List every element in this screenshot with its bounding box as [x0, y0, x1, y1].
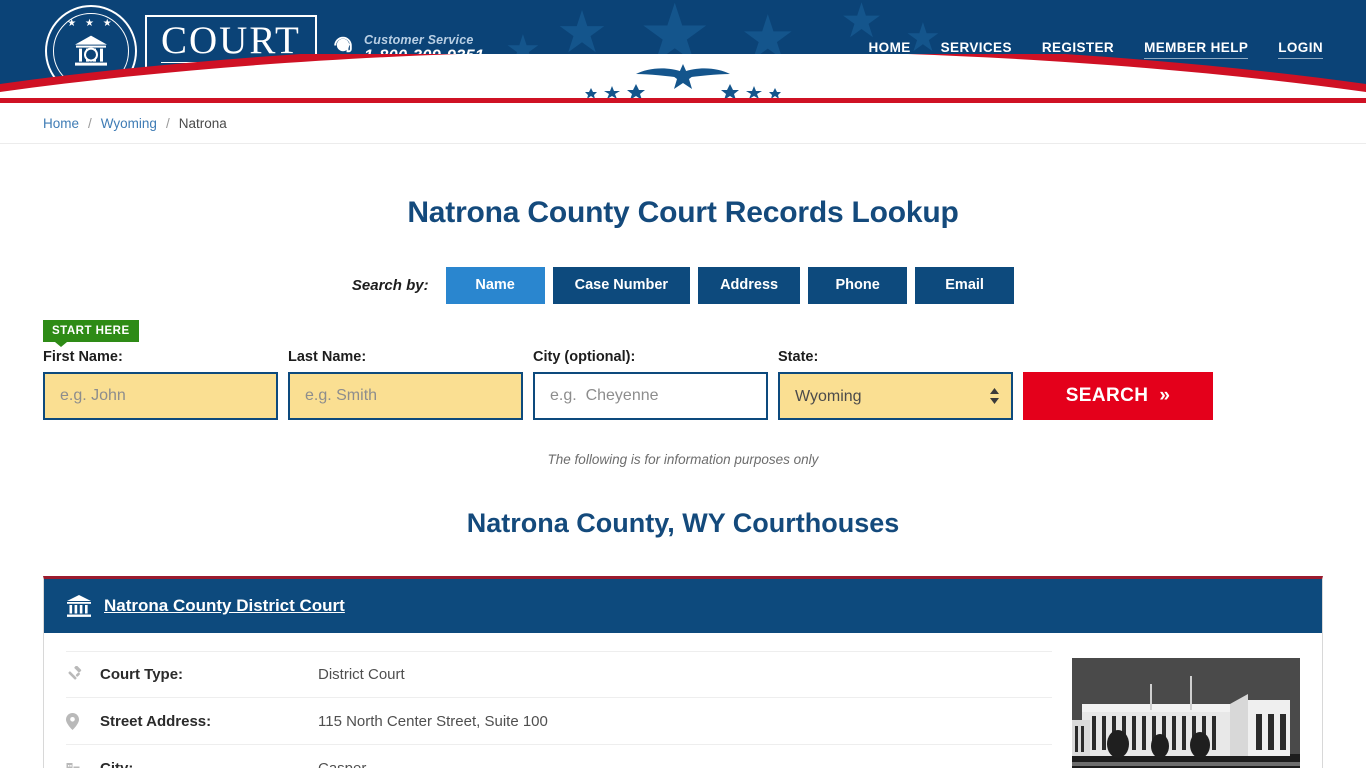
search-button[interactable]: SEARCH »: [1023, 372, 1213, 420]
tab-address[interactable]: Address: [698, 267, 801, 304]
state-field-group: State: Wyoming: [778, 349, 1013, 420]
breadcrumb: Home / Wyoming / Natrona: [43, 103, 1323, 143]
courthouse-glyph-icon: [75, 35, 107, 66]
double-chevron-right-icon: »: [1159, 385, 1171, 406]
breadcrumb-state[interactable]: Wyoming: [101, 116, 157, 131]
last-name-input[interactable]: [288, 372, 523, 420]
state-select[interactable]: Wyoming: [778, 372, 1013, 420]
nav-item-services[interactable]: SERVICES: [940, 40, 1012, 59]
last-name-field-group: Last Name:: [288, 349, 523, 420]
street-address-label: Street Address:: [100, 712, 212, 730]
breadcrumb-separator: /: [165, 115, 170, 131]
nav-item-home[interactable]: HOME: [868, 40, 911, 59]
first-name-label: First Name:: [43, 349, 123, 365]
start-here-badge: START HERE: [43, 320, 139, 347]
search-by-label: Search by:: [351, 277, 429, 294]
detail-row-city: City: Casper: [66, 745, 1052, 768]
disclaimer-text: The following is for information purpose…: [547, 452, 819, 467]
court-card-header: Natrona County District Court: [44, 579, 1322, 633]
tab-email[interactable]: Email: [915, 267, 1015, 304]
tab-phone[interactable]: Phone: [808, 267, 908, 304]
court-detail-list: Court Type: District Court Street Addres…: [66, 651, 1052, 768]
city-icon: [66, 760, 100, 768]
city-label: City (optional):: [533, 349, 636, 365]
first-name-input[interactable]: [43, 372, 278, 420]
court-type-value: District Court: [318, 666, 405, 683]
court-type-label: Court Type:: [100, 666, 184, 683]
state-label: State:: [778, 349, 819, 365]
search-type-tabs: Search by: Name Case Number Address Phon…: [43, 267, 1323, 304]
customer-service-block: Customer Service 1-800-309-9351: [331, 33, 484, 66]
logo-sub-text: CASE FINDER: [165, 67, 297, 80]
last-name-label: Last Name:: [288, 349, 367, 365]
map-pin-icon: [66, 712, 100, 730]
logo-main-text: COURT: [161, 18, 301, 64]
detail-row-street-address: Street Address: 115 North Center Street,…: [66, 698, 1052, 745]
breadcrumb-current: Natrona: [178, 115, 227, 131]
customer-service-phone[interactable]: 1-800-309-9351: [364, 47, 484, 66]
site-header: ★ ★ ★ ★ ★ ★ ★ ★ ★ COURT CASE FINDER Cust…: [0, 0, 1366, 98]
nav-item-register[interactable]: REGISTER: [1041, 40, 1115, 59]
street-address-value: 115 North Center Street, Suite 100: [318, 712, 548, 730]
customer-service-label: Customer Service: [364, 33, 474, 47]
nav-item-login[interactable]: LOGIN: [1278, 40, 1323, 59]
courthouse-photo: [1072, 658, 1300, 768]
first-name-field-group: First Name:: [43, 349, 278, 420]
gavel-icon: [66, 666, 100, 683]
logo-seal-icon: ★ ★ ★: [45, 5, 137, 97]
city-detail-label: City:: [100, 759, 134, 768]
main-content: Natrona County Court Records Lookup Sear…: [43, 196, 1323, 768]
breadcrumb-home[interactable]: Home: [43, 116, 79, 131]
city-detail-value: Casper: [318, 759, 367, 768]
search-form: START HERE First Name: Last Name: City (…: [43, 320, 1323, 420]
court-name-link[interactable]: Natrona County District Court: [104, 596, 345, 616]
city-input[interactable]: [533, 372, 768, 420]
court-card: Natrona County District Court Court Type…: [43, 576, 1323, 768]
site-logo[interactable]: ★ ★ ★ COURT CASE FINDER: [45, 5, 317, 97]
breadcrumb-bar: Home / Wyoming / Natrona: [0, 103, 1366, 144]
city-field-group: City (optional):: [533, 349, 768, 420]
breadcrumb-separator: /: [88, 115, 92, 131]
headset-icon: [334, 37, 352, 63]
tab-name[interactable]: Name: [445, 267, 545, 304]
nav-item-member-help[interactable]: MEMBER HELP: [1144, 40, 1249, 59]
detail-row-court-type: Court Type: District Court: [66, 651, 1052, 698]
main-navigation: HOME SERVICES REGISTER MEMBER HELP LOGIN: [868, 40, 1323, 59]
courthouse-icon: [67, 595, 91, 617]
tab-case-number[interactable]: Case Number: [552, 267, 691, 304]
search-button-label: SEARCH: [1065, 385, 1149, 406]
section-title: Natrona County, WY Courthouses: [466, 508, 900, 538]
page-title: Natrona County Court Records Lookup: [407, 196, 959, 229]
